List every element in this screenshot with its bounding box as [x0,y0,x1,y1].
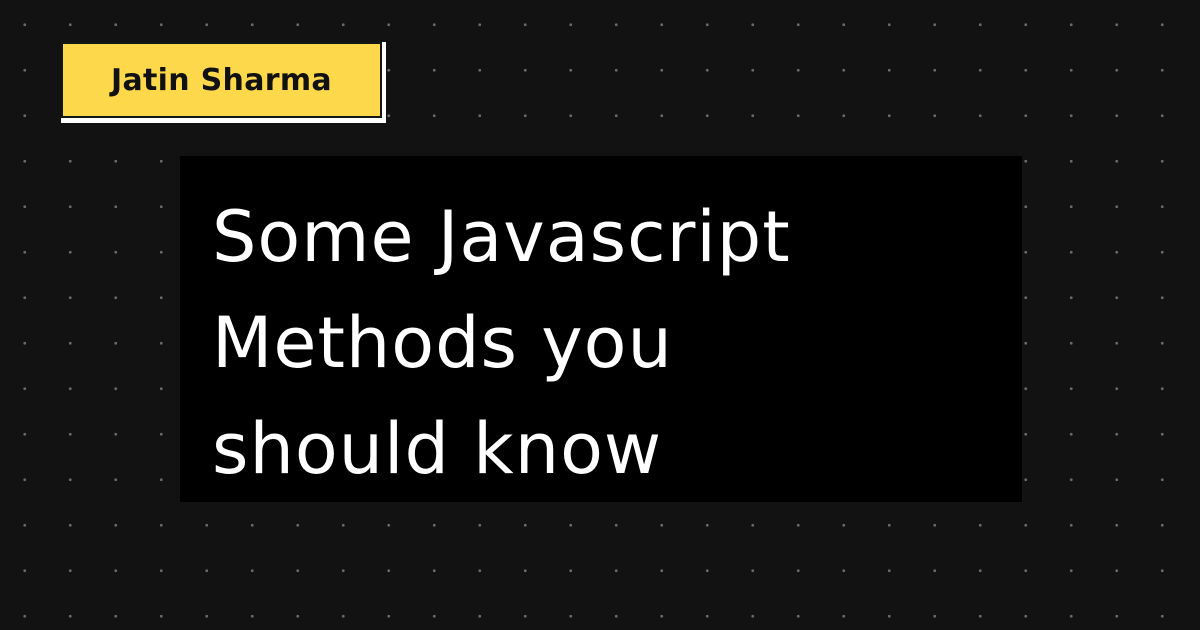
author-badge: Jatin Sharma [61,42,386,123]
title-line: Methods you [212,302,673,384]
author-badge-face: Jatin Sharma [61,42,382,118]
title-line: Some Javascript [212,196,791,278]
title-panel: Some Javascript Methods you should know [180,156,1022,502]
author-name: Jatin Sharma [111,62,332,98]
title-line: should know [212,408,663,490]
og-card: { "author": { "name": "Jatin Sharma" }, … [0,0,1200,630]
